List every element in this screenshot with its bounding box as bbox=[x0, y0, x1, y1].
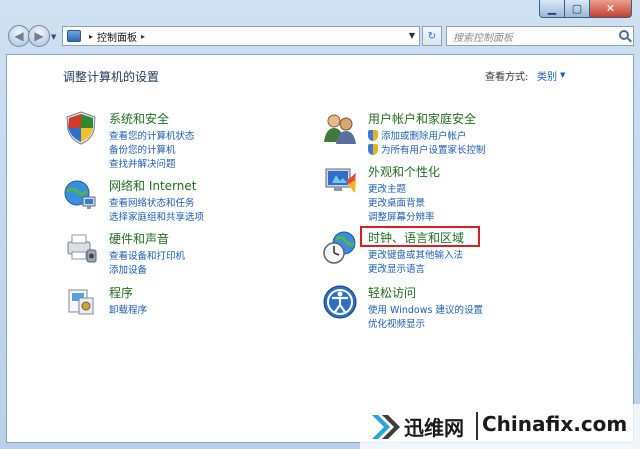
chinafix-logo-icon bbox=[372, 415, 400, 439]
ease-of-access-icon[interactable] bbox=[322, 284, 358, 320]
main-content: 调整计算机的设置 查看方式: 类别 ▼ 系统和安全 查看您的计算机状态 备份您的… bbox=[6, 54, 634, 443]
link-change-desktop-background[interactable]: 更改桌面背景 bbox=[368, 195, 435, 209]
link-view-computer-status[interactable]: 查看您的计算机状态 bbox=[109, 128, 195, 142]
arrow-left-icon: ◀ bbox=[14, 29, 24, 43]
shield-icon[interactable] bbox=[63, 110, 99, 146]
link-change-display-language[interactable]: 更改显示语言 bbox=[368, 261, 463, 275]
view-by-label: 查看方式: bbox=[485, 72, 529, 83]
link-backup-computer[interactable]: 备份您的计算机 bbox=[109, 142, 195, 156]
globe-network-icon[interactable] bbox=[63, 177, 99, 213]
printer-icon[interactable] bbox=[63, 230, 99, 266]
arrow-right-icon: ▶ bbox=[34, 29, 44, 43]
category-heading[interactable]: 系统和安全 bbox=[109, 110, 169, 127]
link-uninstall-program[interactable]: 卸载程序 bbox=[109, 302, 147, 316]
category-heading[interactable]: 网络和 Internet bbox=[109, 177, 196, 194]
appearance-icon[interactable] bbox=[322, 163, 358, 199]
category-heading[interactable]: 外观和个性化 bbox=[368, 163, 440, 180]
maximize-button[interactable]: ▢ bbox=[565, 0, 590, 18]
control-panel-icon bbox=[67, 30, 81, 42]
watermark-en: Chinafix.com bbox=[482, 412, 628, 436]
highlight-box bbox=[360, 226, 480, 247]
navigation-bar: ◀ ▶ ▼ ▸ 控制面板 ▸ ▼ ↻ 搜索控制面板 bbox=[6, 22, 634, 50]
link-windows-recommended-settings[interactable]: 使用 Windows 建议的设置 bbox=[368, 302, 483, 316]
chevron-down-icon[interactable]: ▼ bbox=[560, 71, 565, 79]
close-button[interactable]: ✕ bbox=[590, 0, 632, 18]
category-heading[interactable]: 程序 bbox=[109, 284, 133, 301]
programs-icon[interactable] bbox=[63, 284, 99, 320]
link-devices-printers[interactable]: 查看设备和打印机 bbox=[109, 248, 185, 262]
users-icon[interactable] bbox=[322, 110, 358, 146]
breadcrumb-separator-icon[interactable]: ▸ bbox=[89, 32, 93, 41]
link-troubleshoot[interactable]: 查找并解决问题 bbox=[109, 156, 195, 170]
link-optimize-visual-display[interactable]: 优化视频显示 bbox=[368, 316, 483, 330]
search-placeholder: 搜索控制面板 bbox=[453, 32, 513, 44]
search-icon[interactable] bbox=[619, 30, 629, 40]
clock-globe-icon[interactable] bbox=[322, 229, 358, 265]
address-dropdown-icon[interactable]: ▼ bbox=[409, 31, 415, 40]
link-change-theme[interactable]: 更改主题 bbox=[368, 181, 435, 195]
link-add-device[interactable]: 添加设备 bbox=[109, 262, 185, 276]
forward-button[interactable]: ▶ bbox=[28, 25, 50, 47]
link-add-remove-accounts[interactable]: 添加或删除用户帐户 bbox=[368, 128, 486, 142]
refresh-icon: ↻ bbox=[427, 30, 437, 42]
uac-shield-icon bbox=[368, 129, 378, 141]
page-title: 调整计算机的设置 bbox=[63, 70, 160, 84]
view-by-dropdown[interactable]: 类别 bbox=[537, 68, 557, 83]
refresh-button[interactable]: ↻ bbox=[422, 26, 442, 46]
link-parental-controls[interactable]: 为所有用户设置家长控制 bbox=[368, 142, 486, 156]
category-heading[interactable]: 轻松访问 bbox=[368, 284, 416, 301]
watermark-cn: 迅维网 bbox=[404, 416, 464, 440]
back-button[interactable]: ◀ bbox=[8, 25, 30, 47]
address-bar[interactable]: ▸ 控制面板 ▸ ▼ bbox=[62, 26, 420, 46]
link-network-status[interactable]: 查看网络状态和任务 bbox=[109, 195, 204, 209]
category-heading[interactable]: 用户帐户和家庭安全 bbox=[368, 110, 476, 127]
breadcrumb-separator-icon[interactable]: ▸ bbox=[141, 32, 145, 41]
recent-pages-dropdown[interactable]: ▼ bbox=[51, 33, 56, 41]
watermark: 迅维网 Chinafix.com bbox=[360, 404, 640, 449]
caption-buttons: ▁ ▢ ✕ bbox=[539, 0, 632, 18]
uac-shield-icon bbox=[368, 143, 378, 155]
watermark-divider bbox=[476, 412, 478, 440]
link-adjust-resolution[interactable]: 调整屏幕分辨率 bbox=[368, 209, 435, 223]
breadcrumb-control-panel[interactable]: 控制面板 bbox=[97, 29, 137, 44]
search-input[interactable]: 搜索控制面板 bbox=[446, 26, 634, 46]
link-change-input-method[interactable]: 更改键盘或其他输入法 bbox=[368, 247, 463, 261]
link-homegroup-sharing[interactable]: 选择家庭组和共享选项 bbox=[109, 209, 204, 223]
window-frame: ▁ ▢ ✕ ◀ ▶ ▼ ▸ 控制面板 ▸ ▼ ↻ 搜索控制面板 调整计算机的设置… bbox=[0, 0, 640, 449]
category-heading[interactable]: 硬件和声音 bbox=[109, 230, 169, 247]
minimize-button[interactable]: ▁ bbox=[539, 0, 565, 18]
